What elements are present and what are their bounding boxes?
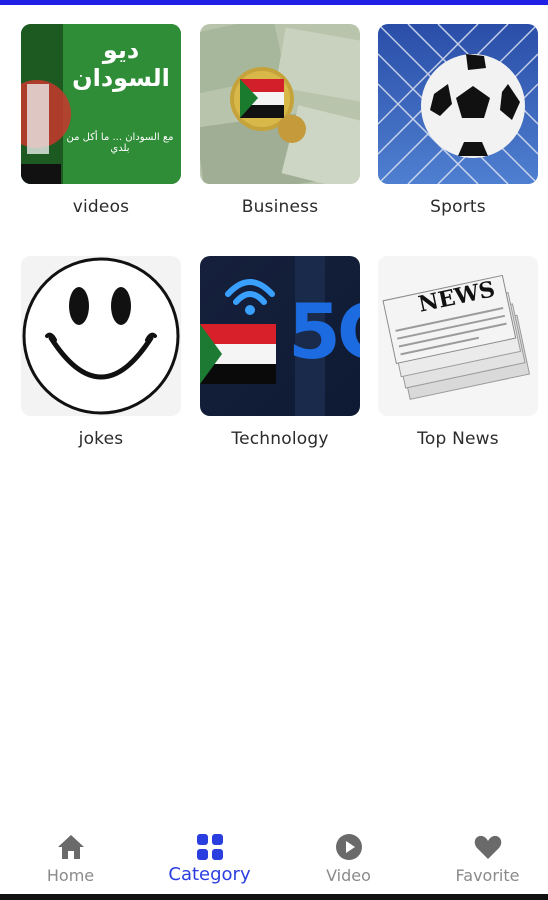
category-card-business[interactable]: Business (200, 24, 360, 217)
play-circle-icon (335, 834, 362, 860)
home-icon (57, 835, 84, 859)
category-label: videos (72, 197, 130, 217)
soccer-ball-image (378, 24, 538, 184)
banner-title: ديو السودان (72, 36, 170, 92)
smiley-face-image (21, 256, 181, 416)
category-card-videos[interactable]: ديو السودان مع السودان ... ما أكل من بلد… (21, 24, 181, 217)
sudan-tv-logo-image: ديو السودان مع السودان ... ما أكل من بلد… (21, 24, 181, 184)
category-card-top-news[interactable]: NEWS Top News (378, 256, 538, 449)
money-coin-image (200, 24, 360, 184)
category-card-technology[interactable]: 5G Technology (200, 256, 360, 449)
system-bar-edge (0, 894, 548, 900)
nav-label-favorite: Favorite (455, 866, 520, 885)
nav-item-favorite[interactable]: Favorite (419, 822, 548, 894)
nav-item-home[interactable]: Home (2, 822, 139, 894)
category-label: Top News (417, 429, 499, 449)
category-card-jokes[interactable]: jokes (21, 256, 181, 449)
category-card-sports[interactable]: Sports (378, 24, 538, 217)
bottom-navigation: Home Category Video Favorite (0, 822, 548, 894)
nav-label-category: Category (168, 864, 251, 885)
banner-subtitle: مع السودان ... ما أكل من بلدي (66, 132, 174, 154)
5g-text: 5G (288, 287, 360, 376)
category-label: Sports (430, 197, 486, 217)
category-label: Technology (231, 429, 329, 449)
nav-item-category[interactable]: Category (141, 822, 278, 894)
nav-label-home: Home (46, 866, 95, 885)
nav-label-video: Video (326, 866, 371, 885)
heart-icon (474, 835, 501, 859)
category-label: Business (241, 197, 319, 217)
wifi-5g-image: 5G (200, 256, 360, 416)
grid-icon (196, 834, 223, 860)
category-label: jokes (78, 429, 124, 449)
status-accent-bar (0, 0, 548, 5)
newspaper-image: NEWS (378, 256, 538, 416)
nav-item-video[interactable]: Video (280, 822, 417, 894)
